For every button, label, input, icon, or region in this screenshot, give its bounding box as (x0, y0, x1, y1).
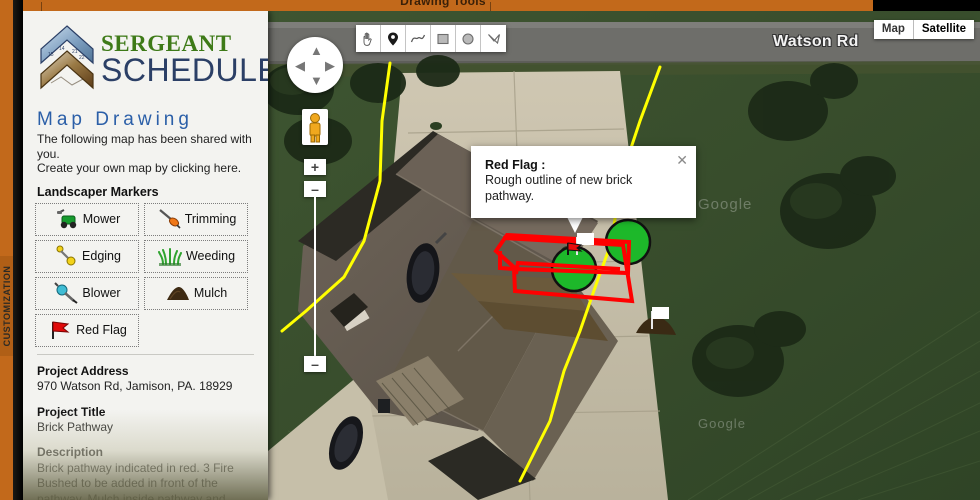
svg-text:15: 15 (48, 52, 54, 58)
marker-button-mulch[interactable]: Mulch (144, 276, 248, 310)
field-label: Description (37, 445, 104, 460)
satellite-imagery (268, 11, 980, 500)
google-watermark-2: Google (698, 416, 746, 431)
sidebar: 15 14 21 22 SERGEANT SCHEDULE Map Drawing T… (23, 11, 268, 500)
intro-line-1: The following map has been shared with y… (37, 132, 252, 161)
edger-icon (53, 244, 79, 268)
infowindow-title: Red Flag : (485, 158, 546, 172)
field-description: Description Brick pathway indicated in r… (35, 444, 256, 500)
marker-button-edging[interactable]: Edging (35, 239, 139, 273)
string-trimmer-icon (156, 207, 182, 231)
marker-button-blower[interactable]: Blower (35, 276, 139, 310)
marker-label: Mulch (193, 286, 228, 301)
red-flag-icon (47, 318, 73, 342)
markers-heading: Landscaper Markers (37, 184, 159, 199)
pan-right-icon[interactable]: ▶ (325, 59, 335, 72)
map-canvas[interactable]: Google Google Watson Rd Map Satellite ▲ … (268, 11, 980, 500)
zoom-out-button[interactable]: – (304, 356, 326, 372)
grass-tuft-icon (157, 244, 183, 268)
brand-logo[interactable]: 15 14 21 22 SERGEANT SCHEDULE (35, 21, 268, 107)
svg-text:14: 14 (59, 46, 65, 52)
intro-line-2[interactable]: Create your own map by clicking here. (37, 161, 241, 175)
road-label-watson-rd: Watson Rd (773, 33, 859, 50)
customization-tab-label: CUSTOMIZATION (1, 265, 12, 347)
field-value: Brick pathway indicated in red. 3 Fire B… (37, 460, 234, 500)
infowindow-close-icon[interactable]: ✕ (676, 153, 688, 167)
app-window: CUSTOMIZATION Drawing Tools 15 14 21 22 … (0, 0, 980, 500)
google-watermark-1: Google (698, 196, 753, 213)
polygon-icon[interactable] (481, 25, 506, 52)
svg-text:21: 21 (72, 49, 78, 55)
marker-button-red-flag[interactable]: Red Flag (35, 313, 139, 347)
marker-label: Trimming (184, 212, 237, 227)
drawing-tools-banner: Drawing Tools (13, 0, 873, 11)
zoom-slider-track[interactable] (314, 193, 316, 356)
marker-label: Weeding (185, 249, 236, 264)
map-type-map-button[interactable]: Map (873, 20, 913, 39)
marker-button-trimming[interactable]: Trimming (144, 202, 248, 236)
pan-down-icon[interactable]: ▼ (310, 74, 323, 87)
page-title: Map Drawing (37, 109, 193, 130)
circle-icon[interactable] (456, 25, 481, 52)
marker-label: Red Flag (76, 323, 127, 338)
rail-shadow (13, 0, 23, 500)
left-orange-rail (0, 0, 13, 500)
street-view-pegman-icon[interactable] (302, 109, 328, 145)
field-value: 970 Watson Rd, Jamison, PA. 18929 (37, 379, 233, 394)
infowindow: ✕ Red Flag : Rough outline of new brick … (471, 146, 696, 219)
hand-icon[interactable] (356, 25, 381, 52)
map-type-control[interactable]: Map Satellite (873, 20, 974, 39)
field-project-title: Project Title Brick Pathway (35, 404, 256, 445)
field-label: Project Title (37, 404, 106, 419)
pan-up-icon[interactable]: ▲ (310, 44, 323, 57)
field-value: Brick Pathway (37, 419, 114, 434)
brand-word-2: SCHEDULE (101, 51, 268, 88)
marker-button-mower[interactable]: Mower (35, 202, 139, 236)
drawing-tools-toolbar[interactable] (356, 25, 506, 52)
field-project-address: Project Address 970 Watson Rd, Jamison, … (35, 363, 256, 404)
infowindow-body: Rough outline of new brick pathway. (485, 173, 633, 203)
marker-label: Mower (82, 212, 121, 227)
field-label: Project Address (37, 363, 129, 378)
marker-label: Edging (82, 249, 121, 264)
marker-label: Blower (82, 286, 121, 301)
customization-tab[interactable]: CUSTOMIZATION (0, 256, 13, 356)
mulch-pile-icon (165, 281, 191, 305)
square-icon[interactable] (431, 25, 456, 52)
zoom-control[interactable]: + – – (304, 159, 326, 372)
chevron-badge-logo-icon: 15 14 21 22 (39, 23, 95, 103)
marker-button-weeding[interactable]: Weeding (144, 239, 248, 273)
marker-callout-box (652, 307, 669, 319)
landscaper-markers-grid: Mower Trimming Edging Weeding Blower Mul… (35, 202, 256, 347)
map-pin-icon[interactable] (381, 25, 406, 52)
pan-control[interactable]: ▲ ▼ ◀ ▶ (287, 37, 343, 93)
pan-left-icon[interactable]: ◀ (295, 59, 305, 72)
zoom-in-button[interactable]: + (304, 159, 326, 175)
polyline-icon[interactable] (406, 25, 431, 52)
svg-text:22: 22 (79, 55, 85, 61)
lawn-mower-icon (54, 207, 80, 231)
sidebar-divider (37, 353, 254, 355)
leaf-blower-icon (53, 281, 79, 305)
drawing-tools-banner-label: Drawing Tools (400, 0, 486, 8)
map-type-satellite-button[interactable]: Satellite (913, 20, 974, 39)
